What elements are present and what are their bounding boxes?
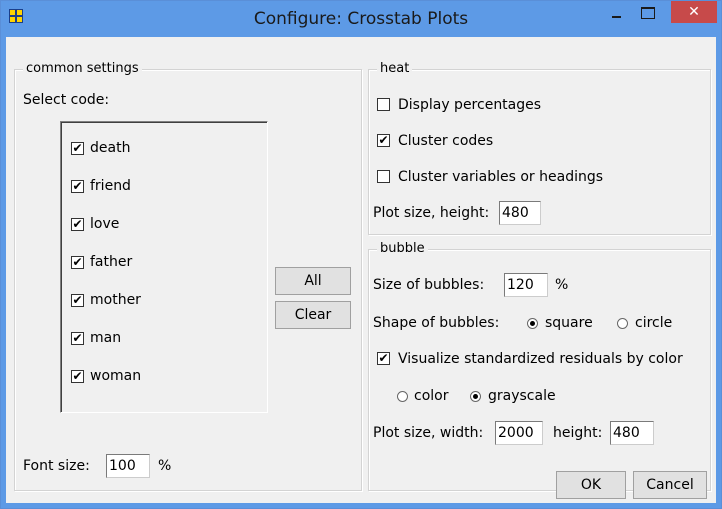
- bubble-plot-width-input[interactable]: 2000: [495, 421, 543, 445]
- residuals-label: Visualize standardized residuals by colo…: [398, 351, 683, 367]
- code-label: death: [90, 140, 131, 156]
- residuals-checkbox[interactable]: ✔: [377, 352, 390, 365]
- heat-legend: heat: [377, 61, 413, 77]
- bubble-size-input[interactable]: 120: [504, 273, 548, 297]
- font-size-label: Font size:: [23, 458, 90, 474]
- bubble-shape-label: Shape of bubbles:: [373, 315, 500, 331]
- cluster-codes-label: Cluster codes: [398, 133, 494, 149]
- cluster-variables-checkbox[interactable]: [377, 170, 390, 183]
- grayscale-radio[interactable]: [470, 391, 481, 402]
- code-checkbox[interactable]: ✔: [71, 294, 84, 307]
- code-label: man: [90, 330, 122, 346]
- cluster-variables-label: Cluster variables or headings: [398, 169, 604, 185]
- minimize-icon: [611, 16, 621, 18]
- bubble-size-label: Size of bubbles:: [373, 277, 485, 293]
- shape-circle-label: circle: [635, 315, 673, 331]
- shape-circle-radio[interactable]: [617, 318, 628, 329]
- bubble-legend: bubble: [377, 241, 428, 257]
- font-size-unit: %: [158, 458, 172, 474]
- close-button[interactable]: ✕: [671, 1, 717, 23]
- cancel-button[interactable]: Cancel: [633, 471, 707, 499]
- display-percentages-label: Display percentages: [398, 97, 542, 113]
- code-label: father: [90, 254, 133, 270]
- bubble-size-unit: %: [555, 277, 569, 293]
- maximize-button[interactable]: [641, 7, 655, 19]
- color-radio[interactable]: [397, 391, 408, 402]
- all-button[interactable]: All: [275, 267, 351, 295]
- font-size-input[interactable]: 100: [106, 454, 150, 478]
- cluster-codes-checkbox[interactable]: ✔: [377, 134, 390, 147]
- heat-plot-height-label: Plot size, height:: [373, 205, 490, 221]
- code-checkbox[interactable]: ✔: [71, 256, 84, 269]
- code-label: love: [90, 216, 120, 232]
- code-label: friend: [90, 178, 131, 194]
- minimize-button[interactable]: [609, 7, 623, 21]
- clear-button[interactable]: Clear: [275, 301, 351, 329]
- bubble-plot-width-label: Plot size, width:: [373, 425, 484, 441]
- shape-square-label: square: [545, 315, 593, 331]
- bubble-plot-height-input[interactable]: 480: [610, 421, 654, 445]
- bubble-plot-height-label: height:: [553, 425, 603, 441]
- code-checkbox[interactable]: ✔: [71, 332, 84, 345]
- dialog-body: common settings Select code: ✔ death ✔ f…: [6, 37, 716, 503]
- heat-plot-height-input[interactable]: 480: [499, 201, 541, 225]
- code-list[interactable]: ✔ death ✔ friend ✔ love ✔ father ✔ mothe…: [60, 121, 268, 413]
- code-checkbox[interactable]: ✔: [71, 142, 84, 155]
- common-settings-group: common settings Select code: ✔ death ✔ f…: [14, 61, 362, 491]
- color-label: color: [414, 388, 449, 404]
- code-label: woman: [90, 368, 142, 384]
- heat-group: heat Display percentages ✔ Cluster codes…: [368, 61, 711, 235]
- bubble-group: bubble Size of bubbles: 120 % Shape of b…: [368, 241, 711, 491]
- code-checkbox[interactable]: ✔: [71, 218, 84, 231]
- select-code-label: Select code:: [23, 92, 110, 108]
- grayscale-label: grayscale: [488, 388, 556, 404]
- code-checkbox[interactable]: ✔: [71, 370, 84, 383]
- display-percentages-checkbox[interactable]: [377, 98, 390, 111]
- dialog-window: Configure: Crosstab Plots ✕ common setti…: [0, 0, 722, 509]
- code-label: mother: [90, 292, 141, 308]
- ok-button[interactable]: OK: [556, 471, 626, 499]
- common-settings-legend: common settings: [23, 61, 142, 77]
- title-bar[interactable]: Configure: Crosstab Plots ✕: [1, 1, 721, 37]
- shape-square-radio[interactable]: [527, 318, 538, 329]
- close-icon: ✕: [688, 4, 700, 20]
- code-checkbox[interactable]: ✔: [71, 180, 84, 193]
